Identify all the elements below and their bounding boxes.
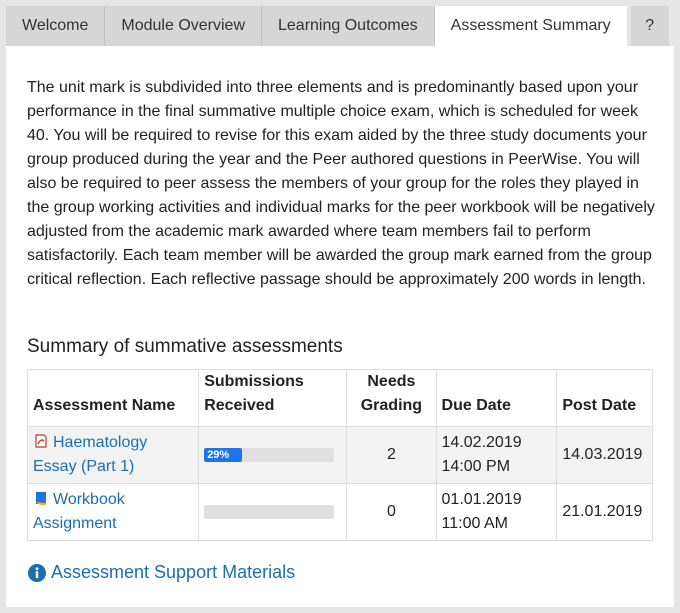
post-date-cell: 14.03.2019 bbox=[556, 426, 653, 484]
progress-label: 29% bbox=[207, 449, 230, 461]
assessment-link[interactable]: Workbook Assignment bbox=[33, 491, 125, 532]
essay-icon bbox=[35, 434, 47, 448]
due-time: 14:00 PM bbox=[441, 458, 511, 475]
tab-assessment-summary[interactable]: Assessment Summary bbox=[434, 6, 627, 46]
intro-paragraph: The unit mark is subdivided into three e… bbox=[27, 79, 655, 288]
header-needs-grading: Needs Grading bbox=[346, 369, 437, 427]
submissions-cell bbox=[198, 483, 348, 541]
tab-learning-outcomes[interactable]: Learning Outcomes bbox=[262, 6, 435, 46]
header-assessment-name: Assessment Name bbox=[26, 369, 200, 427]
section-heading: Summary of summative assessments bbox=[27, 336, 343, 357]
page-frame: Welcome Module Overview Learning Outcome… bbox=[6, 6, 674, 607]
info-icon bbox=[28, 563, 46, 582]
due-date: 01.01.2019 bbox=[441, 491, 522, 508]
tab-bar: Welcome Module Overview Learning Outcome… bbox=[6, 6, 674, 46]
needs-grading-cell: 2 bbox=[346, 426, 437, 484]
assessment-support-link[interactable]: Assessment Support Materials bbox=[28, 562, 295, 583]
assessment-name: Haematology Essay (Part 1) bbox=[33, 434, 148, 475]
assessment-name-cell: Haematology Essay (Part 1) bbox=[26, 426, 200, 484]
header-due-date: Due Date bbox=[435, 369, 558, 427]
needs-grading-cell: 0 bbox=[346, 483, 437, 541]
tab-module-overview[interactable]: Module Overview bbox=[105, 6, 262, 46]
support-link-label: Assessment Support Materials bbox=[51, 562, 296, 582]
due-date-cell: 14.02.2019 14:00 PM bbox=[435, 426, 558, 484]
due-date-cell: 01.01.2019 11:00 AM bbox=[435, 483, 558, 541]
submissions-cell: 29% bbox=[198, 426, 348, 484]
table-row: Haematology Essay (Part 1) 29% 2 14.02.2… bbox=[26, 426, 653, 484]
workbook-icon bbox=[36, 492, 46, 505]
table-row: Workbook Assignment 0 01.01.2019 11:00 A… bbox=[26, 483, 653, 541]
assessment-link[interactable]: Haematology Essay (Part 1) bbox=[33, 434, 147, 475]
assessment-table: Assessment Name Submissions Received Nee… bbox=[26, 369, 653, 541]
assessment-name-cell: Workbook Assignment bbox=[26, 483, 200, 541]
tab-help[interactable]: ? bbox=[630, 6, 669, 46]
due-time: 11:00 AM bbox=[441, 515, 508, 532]
post-date-cell: 21.01.2019 bbox=[556, 483, 653, 541]
header-submissions: Submissions Received bbox=[198, 369, 348, 427]
tab-welcome[interactable]: Welcome bbox=[6, 6, 106, 46]
submissions-progress-bar bbox=[204, 505, 335, 519]
due-date: 14.02.2019 bbox=[441, 434, 522, 451]
tab-panel: The unit mark is subdivided into three e… bbox=[6, 46, 674, 607]
header-post-date: Post Date bbox=[556, 369, 653, 427]
table-header-row: Assessment Name Submissions Received Nee… bbox=[26, 369, 653, 427]
submissions-progress-bar: 29% bbox=[204, 448, 335, 462]
